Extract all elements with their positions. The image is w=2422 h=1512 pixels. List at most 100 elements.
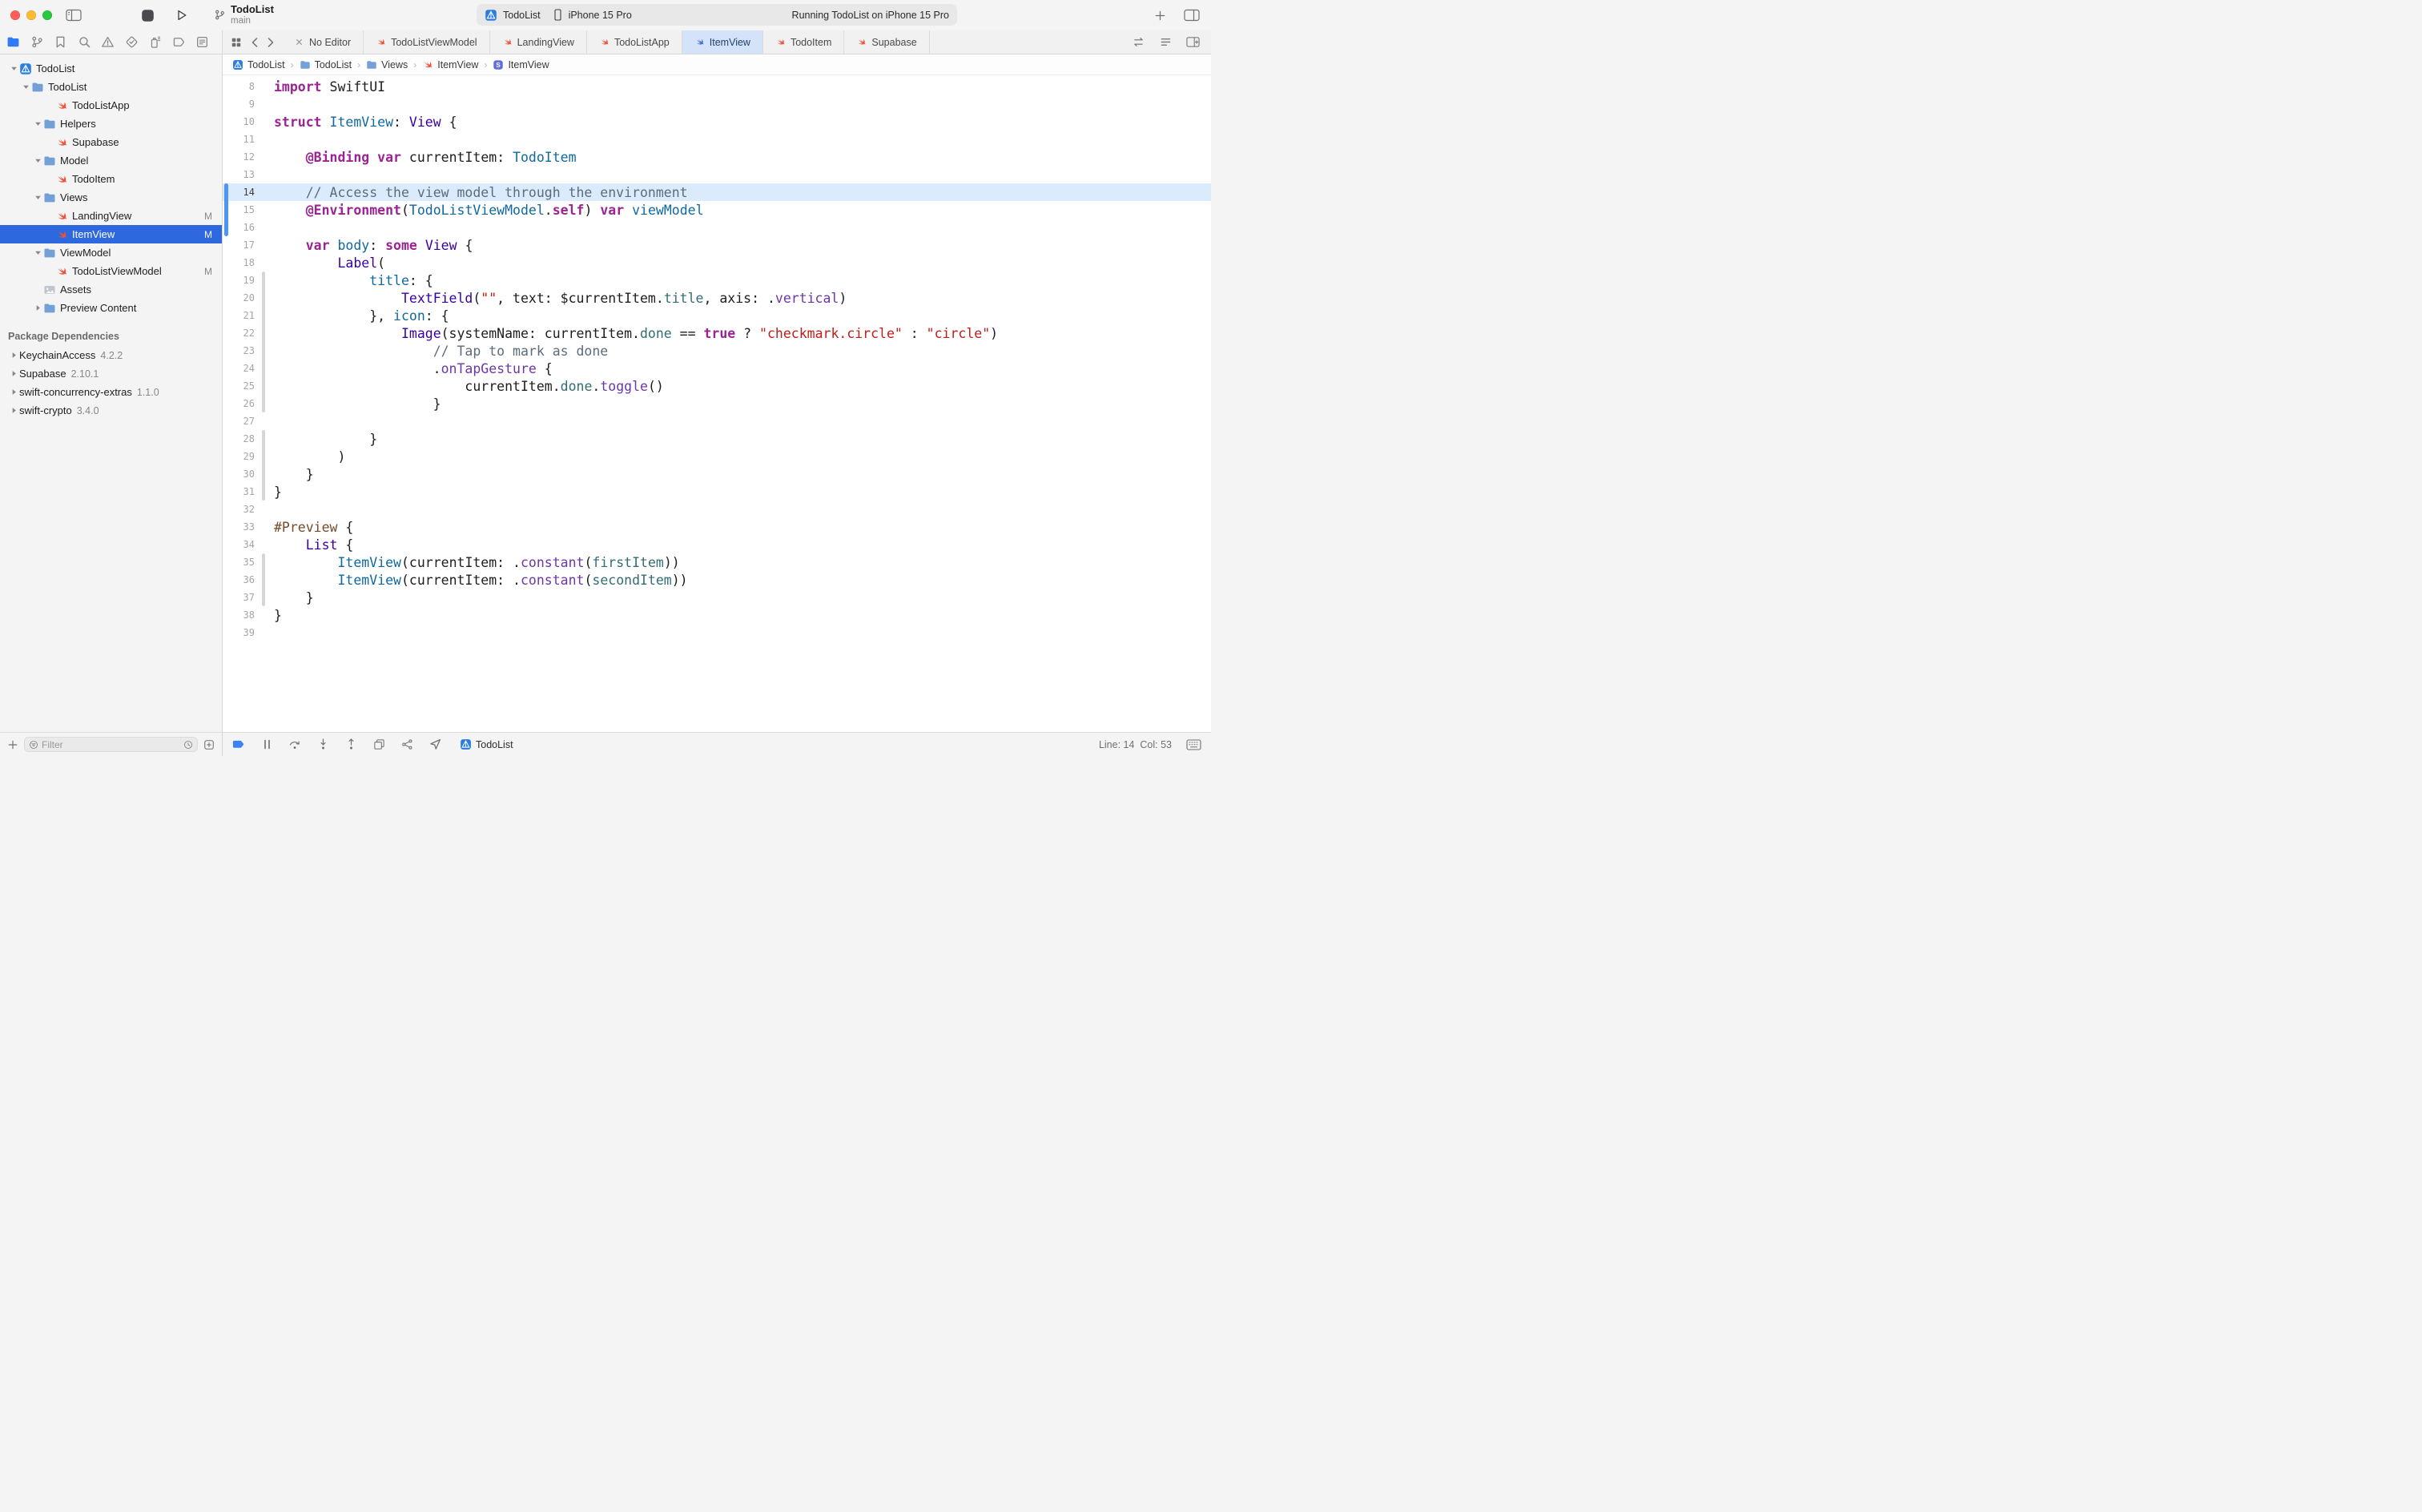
- breakpoint-navigator-icon[interactable]: [172, 35, 186, 49]
- code-line-29[interactable]: 29 ): [223, 448, 1211, 465]
- tree-item-helpers[interactable]: Helpers: [0, 115, 222, 133]
- step-over-button[interactable]: [288, 738, 302, 750]
- chevron-down-icon[interactable]: [32, 157, 43, 164]
- breadcrumb-item-todolist-0[interactable]: TodoList: [232, 59, 285, 70]
- toggle-inspector-button[interactable]: [1184, 9, 1200, 22]
- code-line-31[interactable]: 31}: [223, 483, 1211, 501]
- project-navigator-icon[interactable]: [6, 35, 20, 49]
- code-line-23[interactable]: 23 // Tap to mark as done: [223, 342, 1211, 360]
- location-arrow-button[interactable]: [428, 738, 442, 750]
- breadcrumb-item-todolist-1[interactable]: TodoList: [300, 59, 352, 70]
- chevron-down-icon[interactable]: [20, 83, 31, 90]
- source-editor[interactable]: 8import SwiftUI910struct ItemView: View …: [223, 75, 1211, 732]
- filter-field[interactable]: [24, 737, 198, 752]
- code-line-30[interactable]: 30 }: [223, 465, 1211, 483]
- line-number[interactable]: 36: [223, 574, 258, 585]
- process-badge[interactable]: TodoList: [460, 738, 513, 750]
- code-line-34[interactable]: 34 List {: [223, 536, 1211, 553]
- code-line-22[interactable]: 22 Image(systemName: currentItem.done ==…: [223, 324, 1211, 342]
- pause-button[interactable]: [260, 738, 274, 750]
- breakpoints-toggle-button[interactable]: [232, 738, 246, 750]
- code-line-26[interactable]: 26 }: [223, 395, 1211, 412]
- tree-item-assets[interactable]: Assets: [0, 280, 222, 299]
- line-number[interactable]: 13: [223, 169, 258, 180]
- line-number[interactable]: 39: [223, 627, 258, 638]
- tree-item-todolist[interactable]: TodoList: [0, 78, 222, 96]
- package-supabase[interactable]: Supabase2.10.1: [0, 364, 222, 383]
- tab-no-editor[interactable]: No Editor: [282, 30, 364, 54]
- zoom-window-button[interactable]: [42, 10, 52, 20]
- run-destination[interactable]: iPhone 15 Pro: [569, 10, 632, 21]
- line-number[interactable]: 33: [223, 521, 258, 533]
- tree-item-model[interactable]: Model: [0, 151, 222, 170]
- line-number[interactable]: 27: [223, 416, 258, 427]
- line-number[interactable]: 9: [223, 99, 258, 110]
- breadcrumb-item-itemview-3[interactable]: ItemView: [422, 59, 478, 70]
- tab-todolistviewmodel[interactable]: TodoListViewModel: [364, 30, 489, 54]
- bookmark-navigator-icon[interactable]: [54, 35, 67, 49]
- test-navigator-icon[interactable]: [125, 35, 139, 49]
- line-number[interactable]: 38: [223, 609, 258, 621]
- chevron-down-icon[interactable]: [32, 194, 43, 201]
- package-keychainaccess[interactable]: KeychainAccess4.2.2: [0, 346, 222, 364]
- run-button[interactable]: [175, 9, 188, 22]
- breadcrumb-item-itemview-4[interactable]: SItemView: [493, 59, 549, 70]
- tab-supabase[interactable]: Supabase: [844, 30, 929, 54]
- code-line-36[interactable]: 36 ItemView(currentItem: .constant(secon…: [223, 571, 1211, 589]
- line-number[interactable]: 26: [223, 398, 258, 409]
- code-line-9[interactable]: 9: [223, 95, 1211, 113]
- line-number[interactable]: 18: [223, 257, 258, 268]
- step-out-button[interactable]: [344, 738, 358, 750]
- tree-item-supabase[interactable]: Supabase: [0, 133, 222, 151]
- code-review-button[interactable]: [1132, 36, 1145, 48]
- keyboard-button[interactable]: [1186, 739, 1201, 750]
- code-line-21[interactable]: 21 }, icon: {: [223, 307, 1211, 324]
- code-line-37[interactable]: 37 }: [223, 589, 1211, 606]
- chevron-right-icon[interactable]: [32, 304, 43, 312]
- tab-overview-button[interactable]: [231, 37, 242, 48]
- code-line-17[interactable]: 17 var body: some View {: [223, 236, 1211, 254]
- issue-navigator-icon[interactable]: [101, 35, 115, 49]
- code-line-16[interactable]: 16: [223, 219, 1211, 236]
- chevron-right-icon[interactable]: [8, 352, 19, 359]
- library-button[interactable]: [1154, 10, 1166, 22]
- code-line-33[interactable]: 33#Preview {: [223, 518, 1211, 536]
- memory-graph-button[interactable]: [400, 738, 414, 750]
- package-swift-concurrency-extras[interactable]: swift-concurrency-extras1.1.0: [0, 383, 222, 401]
- line-number[interactable]: 10: [223, 116, 258, 127]
- chevron-down-icon[interactable]: [8, 65, 19, 72]
- add-item-button[interactable]: [7, 739, 18, 750]
- code-line-24[interactable]: 24 .onTapGesture {: [223, 360, 1211, 377]
- line-number[interactable]: 22: [223, 328, 258, 339]
- report-navigator-icon[interactable]: [195, 35, 209, 49]
- tree-item-preview-content[interactable]: Preview Content: [0, 299, 222, 317]
- tab-todolistapp[interactable]: TodoListApp: [587, 30, 682, 54]
- tree-item-todolist[interactable]: TodoList: [0, 59, 222, 78]
- package-swift-crypto[interactable]: swift-crypto3.4.0: [0, 401, 222, 420]
- scheme-info[interactable]: TodoList main: [214, 4, 274, 26]
- close-window-button[interactable]: [10, 10, 20, 20]
- debug-navigator-icon[interactable]: [148, 35, 162, 49]
- tree-item-todolistviewmodel[interactable]: TodoListViewModelM: [0, 262, 222, 280]
- code-line-15[interactable]: 15 @Environment(TodoListViewModel.self) …: [223, 201, 1211, 219]
- chevron-down-icon[interactable]: [32, 249, 43, 256]
- code-line-25[interactable]: 25 currentItem.done.toggle(): [223, 377, 1211, 395]
- chevron-right-icon[interactable]: [8, 388, 19, 396]
- filter-input[interactable]: [42, 739, 180, 750]
- tab-todoitem[interactable]: TodoItem: [763, 30, 844, 54]
- code-line-11[interactable]: 11: [223, 131, 1211, 148]
- line-number[interactable]: 12: [223, 151, 258, 163]
- toggle-navigator-icon[interactable]: [66, 9, 82, 22]
- tree-item-viewmodel[interactable]: ViewModel: [0, 243, 222, 262]
- code-line-20[interactable]: 20 TextField("", text: $currentItem.titl…: [223, 289, 1211, 307]
- code-line-32[interactable]: 32: [223, 501, 1211, 518]
- code-line-13[interactable]: 13: [223, 166, 1211, 183]
- code-line-10[interactable]: 10struct ItemView: View {: [223, 113, 1211, 131]
- tree-item-itemview[interactable]: ItemViewM: [0, 225, 222, 243]
- tab-itemview[interactable]: ItemView: [682, 30, 763, 54]
- add-editor-button[interactable]: [1186, 36, 1200, 48]
- line-number[interactable]: 20: [223, 292, 258, 304]
- view-hierarchy-button[interactable]: [372, 738, 386, 750]
- line-number[interactable]: 32: [223, 504, 258, 515]
- find-navigator-icon[interactable]: [78, 35, 91, 49]
